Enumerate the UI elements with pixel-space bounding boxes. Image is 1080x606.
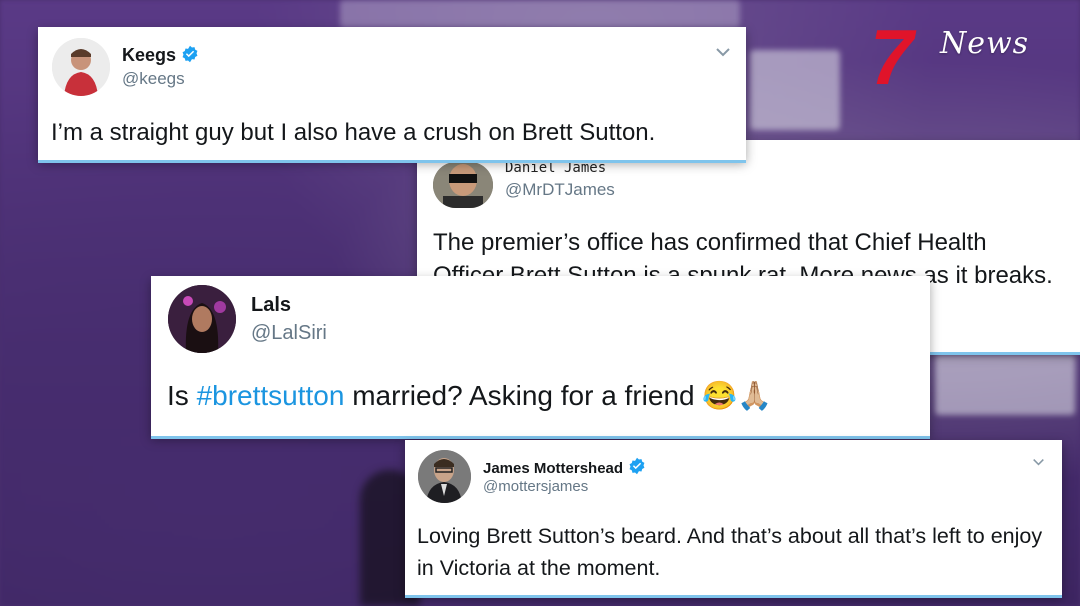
background-sign — [935, 355, 1075, 415]
tweet-author-handle[interactable]: @MrDTJames — [505, 180, 615, 200]
verified-badge-icon — [182, 45, 198, 63]
chevron-down-icon[interactable] — [1032, 458, 1045, 466]
verified-badge-icon — [629, 457, 645, 475]
seven-logo-icon: 7 — [870, 13, 914, 101]
tweet-text: Loving Brett Sutton’s beard. And that’s … — [417, 524, 1043, 581]
tweet-text: I’m a straight guy but I also have a cru… — [51, 119, 656, 146]
tweet-author-handle[interactable]: @LalSiri — [251, 322, 327, 345]
tweet-card-mottershead[interactable]: James Mottershead @mottersjames Loving B… — [405, 440, 1062, 595]
avatar — [418, 450, 471, 503]
avatar — [433, 162, 493, 208]
tweet-author-name[interactable]: Keegs — [122, 45, 199, 66]
tweet-card-keegs[interactable]: Keegs @keegs I’m a straight guy but I al… — [38, 27, 746, 160]
hashtag-link[interactable]: #brettsutton — [197, 380, 345, 411]
emoji: 😂🙏🏼 — [702, 380, 773, 411]
tweet-author-name[interactable]: Lals — [251, 294, 291, 317]
tweet-author-handle[interactable]: @mottersjames — [483, 478, 588, 495]
avatar — [52, 38, 110, 96]
tweet-author-handle[interactable]: @keegs — [122, 69, 185, 89]
background-sign — [750, 50, 840, 130]
news-logo-text: News — [940, 26, 1030, 61]
avatar — [168, 285, 236, 353]
tweet-card-lals[interactable]: Lals @LalSiri Is #brettsutton married? A… — [151, 276, 930, 436]
news-logo: 7 News — [870, 13, 1040, 101]
author-name-text: Keegs — [122, 45, 177, 65]
tweet-text-before: Is — [167, 380, 197, 411]
tweet-text: Is #brettsutton married? Asking for a fr… — [167, 377, 927, 416]
author-name-text: James Mottershead — [483, 460, 624, 477]
chevron-down-icon[interactable] — [715, 47, 731, 57]
background-banner — [340, 0, 740, 28]
tweet-author-name[interactable]: James Mottershead — [483, 457, 646, 477]
tweet-author-name[interactable]: Daniel James — [505, 160, 606, 176]
tweet-text-after: married? Asking for a friend — [344, 380, 703, 411]
